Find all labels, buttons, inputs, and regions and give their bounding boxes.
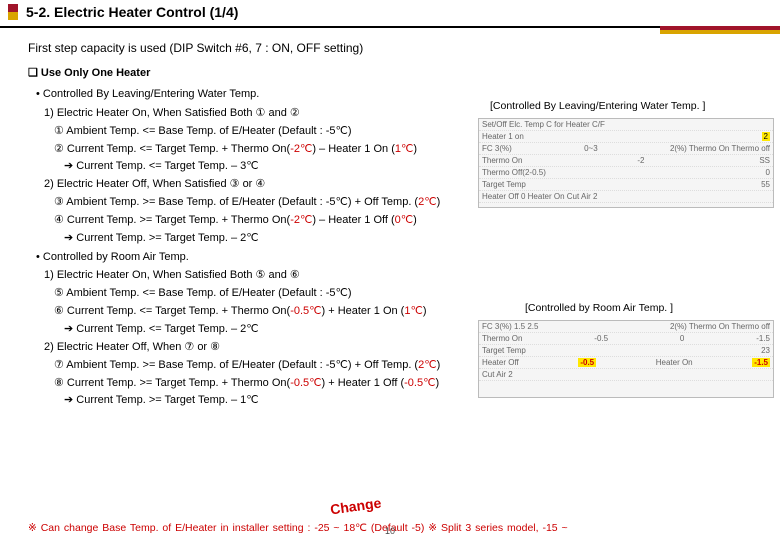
footnote: ※ Can change Base Temp. of E/Heater in i… [28,522,770,534]
text: ⑧ Current Temp. >= Target Temp. + Thermo… [54,377,290,389]
plot-row: Thermo Off(2-0.5) [482,168,546,177]
plot-highlight: 2 [762,132,770,141]
text: ⑦ Ambient Temp. >= Base Temp. of E/Heate… [54,359,418,371]
groupB-on-line: 1) Electric Heater On, When Satisfied Bo… [44,268,752,283]
value-red: -0.5℃ [290,377,321,389]
section-heading: ❏ Use Only One Heater [28,66,752,81]
groupA-cond4: ④ Current Temp. >= Target Temp. + Thermo… [54,213,752,228]
value-red: 1℃ [395,143,413,155]
value-red: 2℃ [418,359,436,371]
groupA-caption: [Controlled By Leaving/Entering Water Te… [490,100,705,112]
plot-row: Cut Air 2 [482,370,513,379]
plot-room-temp: FC 3(%) 1.5 2.5 2(%) Thermo On Thermo off… [478,320,774,398]
plot-val: 0~3 [584,144,598,153]
value-red: -0.5℃ [404,377,435,389]
text: ) [423,305,427,317]
plot-row: Target Temp [482,346,526,355]
text: ④ Current Temp. >= Target Temp. + Thermo… [54,214,290,226]
intro-text: First step capacity is used (DIP Switch … [28,40,752,56]
text: ) [435,377,439,389]
plot-row: Heater 1 on [482,132,524,141]
value-red: 2℃ [418,196,436,208]
plot-row: Set/Off Elc. Temp C for Heater C/F [482,120,605,129]
plot-val: 2(%) Thermo On Thermo off [670,144,770,153]
groupB-cond5: ⑤ Ambient Temp. <= Base Temp. of E/Heate… [54,286,752,301]
plot-val: Heater On [656,358,693,367]
text: ) + Heater 1 On ( [322,305,405,317]
text: ③ Ambient Temp. >= Base Temp. of E/Heate… [54,196,418,208]
plot-val: 23 [761,346,770,355]
plot-val: 0 [766,168,770,177]
change-stamp: Change [329,495,382,518]
plot-row: Thermo On [482,334,522,343]
plot-row: Thermo On [482,156,522,165]
value-red: -2℃ [290,214,312,226]
groupA-arrow-off: ➔ Current Temp. >= Target Temp. – 2℃ [64,231,752,246]
value-red: -2℃ [290,143,312,155]
footnote-text: ※ Can change Base Temp. of E/Heater in i… [28,522,568,534]
groupB-caption: [Controlled by Room Air Temp. ] [525,302,673,314]
value-red: -0.5℃ [290,305,321,317]
text: ) [413,214,417,226]
plot-val: -2 [637,156,644,165]
text: ② Current Temp. <= Target Temp. + Thermo… [54,143,290,155]
text: ⑥ Current Temp. <= Target Temp. + Thermo… [54,305,290,317]
plot-row: Heater Off [482,358,519,367]
corner-decoration [660,26,780,34]
text: ) [413,143,417,155]
plot-row: FC 3(%) [482,144,512,153]
plot-highlight: -0.5 [578,358,596,367]
text: ) [437,196,441,208]
text: ) – Heater 1 Off ( [312,214,394,226]
plot-val: -0.5 [594,334,608,343]
value-red: 0℃ [395,214,413,226]
page-number: 10 [385,526,395,536]
groupB-heading: • Controlled by Room Air Temp. [36,250,752,265]
text: ) [437,359,441,371]
text: ) + Heater 1 Off ( [322,377,405,389]
plot-row: Target Temp [482,180,526,189]
plot-val: 55 [761,180,770,189]
plot-water-temp: Set/Off Elc. Temp C for Heater C/F Heate… [478,118,774,208]
plot-val: SS [759,156,770,165]
page-title: 5-2. Electric Heater Control (1/4) [26,4,238,20]
value-red: 1℃ [404,305,422,317]
plot-val: 0 [680,334,684,343]
plot-row: FC 3(%) 1.5 2.5 [482,322,538,331]
plot-row: Heater Off 0 Heater On Cut Air 2 [482,192,597,201]
text: ) – Heater 1 On ( [312,143,395,155]
plot-val: 2(%) Thermo On Thermo off [670,322,770,331]
plot-val: -1.5 [756,334,770,343]
title-icon [8,4,18,20]
plot-highlight: -1.5 [752,358,770,367]
